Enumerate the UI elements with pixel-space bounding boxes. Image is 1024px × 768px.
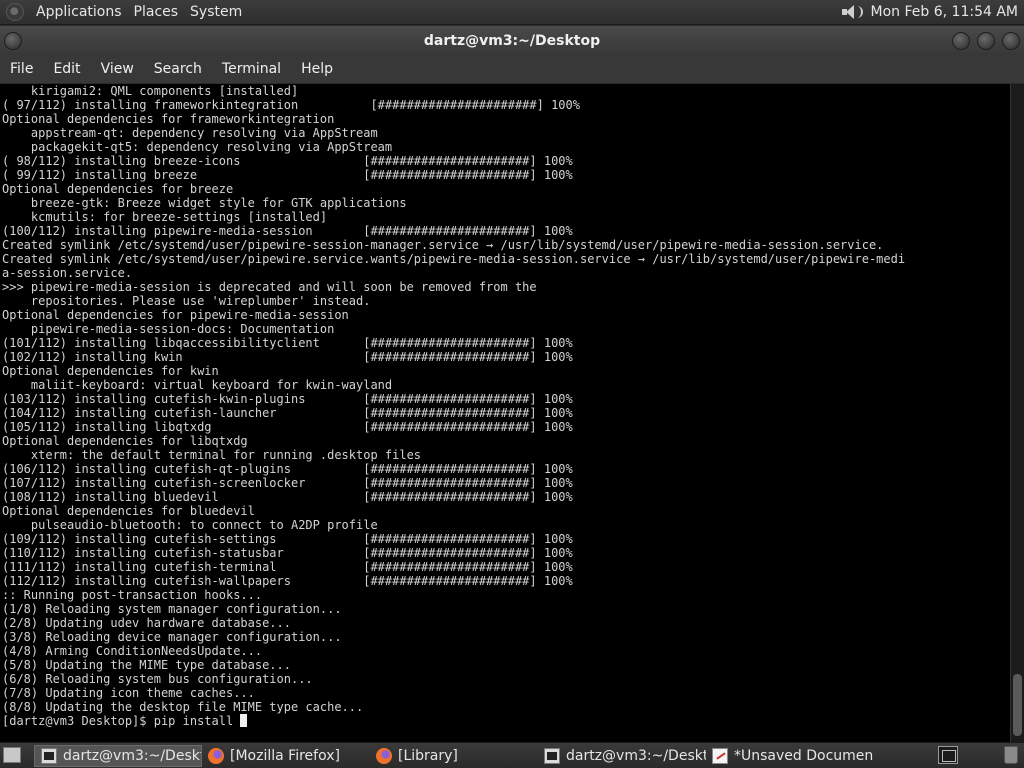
terminal-line: (8/8) Updating the desktop file MIME typ… <box>2 700 364 714</box>
terminal-line: (6/8) Reloading system bus configuration… <box>2 672 313 686</box>
gnome-foot-icon[interactable] <box>6 3 24 21</box>
menu-search[interactable]: Search <box>144 56 212 83</box>
terminal-line: ( 99/112) installing breeze [###########… <box>2 168 573 182</box>
terminal-line: (106/112) installing cutefish-qt-plugins… <box>2 462 573 476</box>
workspace-switcher-icon[interactable] <box>938 746 958 764</box>
text-editor-icon <box>712 748 728 764</box>
terminal-line: Optional dependencies for libqtxdg <box>2 434 248 448</box>
bottom-taskbar: dartz@vm3:~/Deskt... [Mozilla Firefox] [… <box>0 742 1024 768</box>
terminal-line: Optional dependencies for breeze <box>2 182 234 196</box>
task-terminal-1[interactable]: dartz@vm3:~/Deskt... <box>34 745 202 767</box>
terminal-line: packagekit-qt5: dependency resolving via… <box>2 140 393 154</box>
window-title: dartz@vm3:~/Desktop <box>423 33 601 49</box>
terminal-icon <box>41 748 57 764</box>
terminal-line: (112/112) installing cutefish-wallpapers… <box>2 574 573 588</box>
terminal-line: maliit-keyboard: virtual keyboard for kw… <box>2 378 393 392</box>
task-label: [Mozilla Firefox] <box>230 748 340 764</box>
task-text-editor[interactable]: *Unsaved Documen... <box>706 745 874 767</box>
task-label: dartz@vm3:~/Deskt... <box>566 748 706 764</box>
terminal-line: repositories. Please use 'wireplumber' i… <box>2 294 371 308</box>
terminal-line: kirigami2: QML components [installed] <box>2 84 299 98</box>
terminal-line: >>> pipewire-media-session is deprecated… <box>2 280 537 294</box>
terminal-line: (100/112) installing pipewire-media-sess… <box>2 224 573 238</box>
terminal-line: (107/112) installing cutefish-screenlock… <box>2 476 573 490</box>
menu-help[interactable]: Help <box>291 56 343 83</box>
scrollbar-thumb[interactable] <box>1013 674 1022 736</box>
top-panel: Applications Places System Mon Feb 6, 11… <box>0 0 1024 25</box>
window-menu-icon[interactable] <box>4 32 22 50</box>
terminal-line: pulseaudio-bluetooth: to connect to A2DP… <box>2 518 378 532</box>
terminal-line: pipewire-media-session-docs: Documentati… <box>2 322 335 336</box>
task-library[interactable]: [Library] <box>370 745 538 767</box>
terminal-line: ( 98/112) installing breeze-icons [#####… <box>2 154 573 168</box>
terminal-line: xterm: the default terminal for running … <box>2 448 422 462</box>
menu-terminal[interactable]: Terminal <box>212 56 291 83</box>
task-terminal-2[interactable]: dartz@vm3:~/Deskt... <box>538 745 706 767</box>
panel-clock[interactable]: Mon Feb 6, 11:54 AM <box>871 4 1018 20</box>
terminal-line: ( 97/112) installing frameworkintegratio… <box>2 98 580 112</box>
applications-menu[interactable]: Applications <box>30 0 128 25</box>
terminal-line: (3/8) Reloading device manager configura… <box>2 630 342 644</box>
panel-tray: Mon Feb 6, 11:54 AM <box>841 4 1024 20</box>
terminal-line: (7/8) Updating icon theme caches... <box>2 686 255 700</box>
task-firefox[interactable]: [Mozilla Firefox] <box>202 745 370 767</box>
system-menu[interactable]: System <box>184 0 248 25</box>
terminal-line: (111/112) installing cutefish-terminal [… <box>2 560 573 574</box>
terminal-line: (1/8) Reloading system manager configura… <box>2 602 342 616</box>
maximize-button[interactable] <box>977 32 995 50</box>
terminal-line: (5/8) Updating the MIME type database... <box>2 658 291 672</box>
terminal-output[interactable]: kirigami2: QML components [installed]( 9… <box>0 84 1010 742</box>
terminal-line: a-session.service. <box>2 266 133 280</box>
prompt-text: [dartz@vm3 Desktop]$ pip install <box>2 714 241 728</box>
terminal-line: (102/112) installing kwin [#############… <box>2 350 573 364</box>
minimize-button[interactable] <box>952 32 970 50</box>
terminal-line: (2/8) Updating udev hardware database... <box>2 616 291 630</box>
terminal-line: Created symlink /etc/systemd/user/pipewi… <box>2 252 906 266</box>
places-menu[interactable]: Places <box>128 0 185 25</box>
terminal-line: (109/112) installing cutefish-settings [… <box>2 532 573 546</box>
terminal-line: Optional dependencies for kwin <box>2 364 219 378</box>
terminal-line: (108/112) installing bluedevil [########… <box>2 490 573 504</box>
terminal-line: breeze-gtk: Breeze widget style for GTK … <box>2 196 407 210</box>
menu-view[interactable]: View <box>91 56 144 83</box>
terminal-line: (4/8) Arming ConditionNeedsUpdate... <box>2 644 263 658</box>
menu-edit[interactable]: Edit <box>43 56 90 83</box>
show-desktop-icon[interactable] <box>3 747 21 763</box>
terminal-line: (101/112) installing libqaccessibilitycl… <box>2 336 573 350</box>
menubar: File Edit View Search Terminal Help <box>0 56 1024 83</box>
close-button[interactable] <box>1002 32 1020 50</box>
task-label: [Library] <box>398 748 458 764</box>
prompt-line[interactable]: [dartz@vm3 Desktop]$ pip install <box>2 714 1010 728</box>
terminal-line: (110/112) installing cutefish-statusbar … <box>2 546 573 560</box>
speaker-icon[interactable] <box>841 4 863 20</box>
terminal-line: kcmutils: for breeze-settings [installed… <box>2 210 328 224</box>
task-label: dartz@vm3:~/Deskt... <box>63 748 201 764</box>
task-label: *Unsaved Documen... <box>734 748 874 764</box>
terminal-line: appstream-qt: dependency resolving via A… <box>2 126 378 140</box>
terminal-line: (105/112) installing libqtxdg [#########… <box>2 420 573 434</box>
terminal-icon <box>544 748 560 764</box>
firefox-icon <box>208 748 224 764</box>
terminal-line: Optional dependencies for frameworkinteg… <box>2 112 335 126</box>
window-titlebar[interactable]: dartz@vm3:~/Desktop <box>0 26 1024 56</box>
firefox-icon <box>376 748 392 764</box>
menu-file[interactable]: File <box>0 56 43 83</box>
terminal-line: Optional dependencies for pipewire-media… <box>2 308 349 322</box>
terminal-line: Optional dependencies for bluedevil <box>2 504 255 518</box>
terminal-line: Created symlink /etc/systemd/user/pipewi… <box>2 238 884 252</box>
terminal-line: (104/112) installing cutefish-launcher [… <box>2 406 573 420</box>
terminal-line: (103/112) installing cutefish-kwin-plugi… <box>2 392 573 406</box>
text-cursor <box>240 714 248 727</box>
terminal-scrollbar[interactable] <box>1010 84 1024 742</box>
trash-icon[interactable] <box>1004 746 1018 764</box>
terminal-line: :: Running post-transaction hooks... <box>2 588 263 602</box>
